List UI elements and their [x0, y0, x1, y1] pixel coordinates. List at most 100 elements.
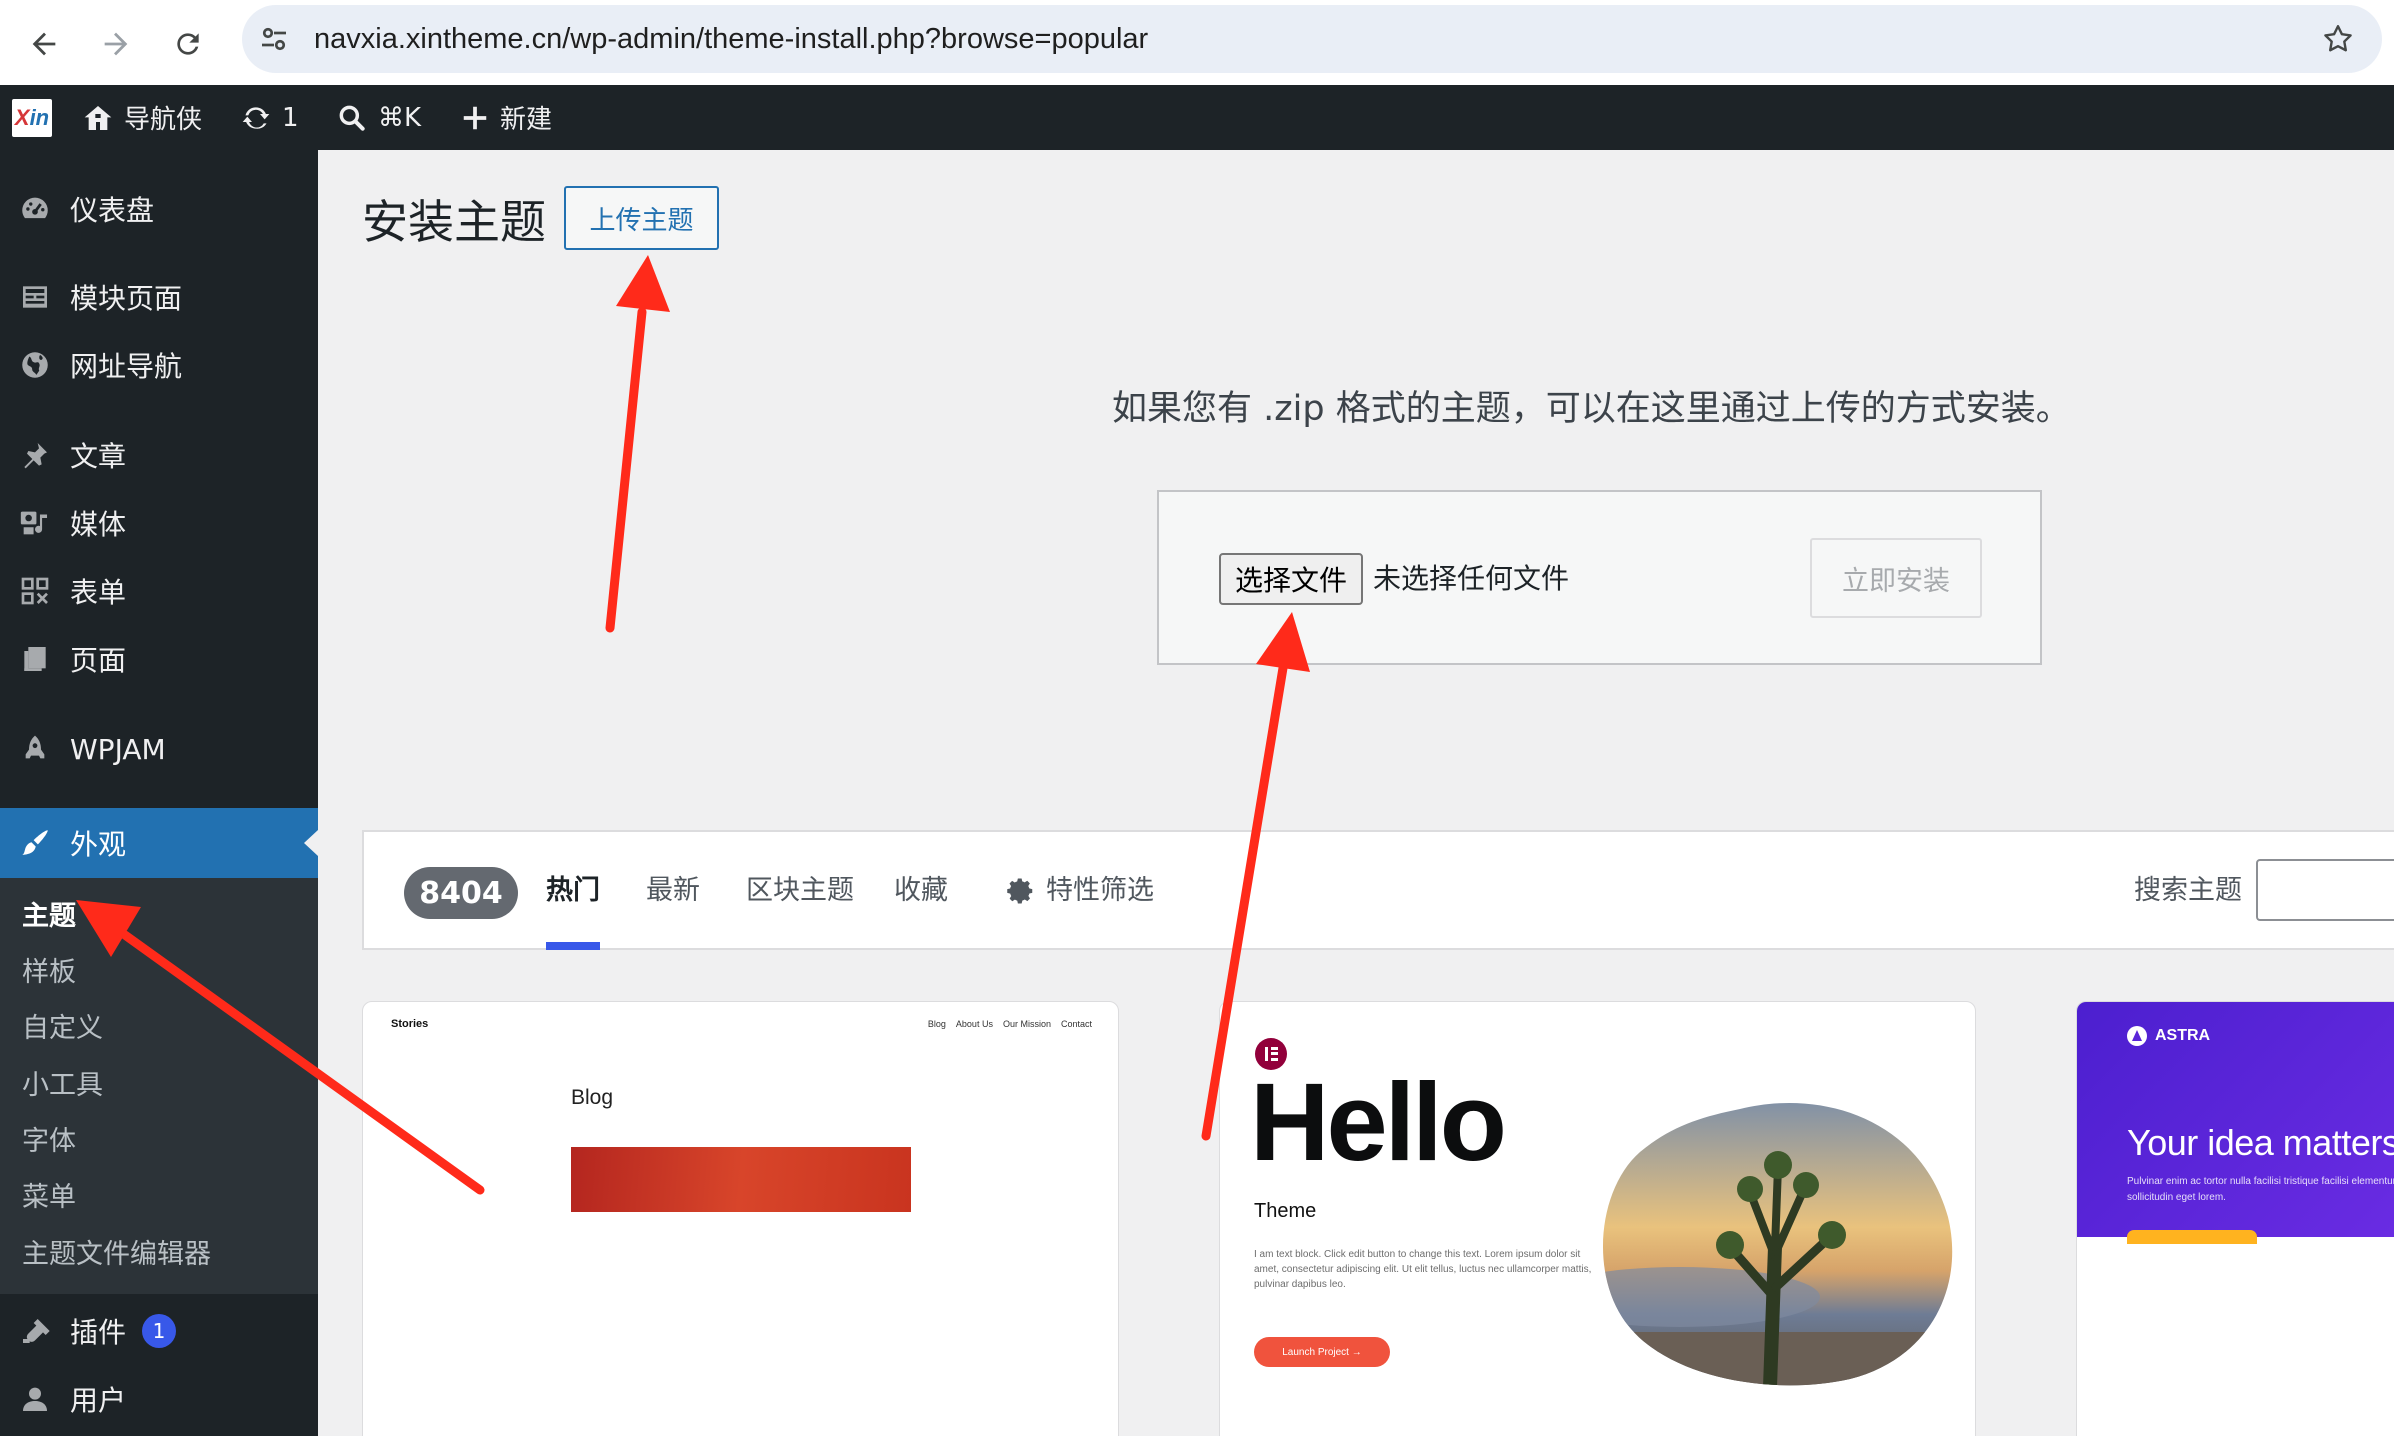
choose-file-button[interactable]: 选择文件	[1219, 553, 1363, 605]
back-arrow-icon[interactable]	[12, 12, 76, 76]
menu-label: WPJAM	[70, 732, 166, 766]
stories-heading: Blog	[571, 1086, 614, 1109]
home-icon	[82, 102, 114, 134]
astra-cta-button	[2127, 1230, 2257, 1244]
updates-count: 1	[282, 102, 299, 133]
rocket-icon	[0, 720, 70, 778]
site-logo[interactable]: Xin	[12, 99, 52, 137]
menu-dashboard[interactable]: 仪表盘	[0, 180, 318, 238]
menu-label: 用户	[70, 1384, 127, 1417]
updates-icon	[240, 102, 272, 134]
pin-icon	[0, 426, 70, 484]
astra-description: Pulvinar enim ac tortor nulla facilisi t…	[2127, 1176, 2394, 1203]
upload-form: 选择文件 未选择任何文件 立即安装	[1157, 490, 2042, 665]
stories-nav-item: About Us	[955, 1019, 993, 1029]
site-name-link[interactable]: 导航侠	[82, 85, 202, 150]
menu-pages[interactable]: 页面	[0, 630, 318, 688]
submenu-themes[interactable]: 主题	[22, 894, 76, 933]
search-shortcut-label: ⌘K	[378, 102, 422, 133]
submenu-patterns[interactable]: 样板	[22, 950, 76, 989]
menu-plugins[interactable]: 插件 1	[0, 1302, 318, 1360]
menu-posts[interactable]: 文章	[0, 426, 318, 484]
url-text[interactable]: navxia.xintheme.cn/wp-admin/theme-instal…	[314, 5, 1148, 73]
stories-nav: Blog About Us Our Mission Contact	[928, 1019, 1092, 1029]
theme-count: 8404	[404, 867, 518, 919]
logo-x: X	[14, 105, 30, 130]
form-icon	[0, 562, 70, 620]
tab-favorites[interactable]: 收藏	[894, 832, 948, 950]
menu-wpjam[interactable]: WPJAM	[0, 720, 318, 778]
forward-arrow-icon[interactable]	[84, 12, 148, 76]
hello-title: Hello	[1250, 1061, 1507, 1184]
install-now-button[interactable]: 立即安装	[1810, 538, 1982, 618]
menu-forms[interactable]: 表单	[0, 562, 318, 620]
plus-icon	[460, 103, 490, 133]
user-icon	[0, 1370, 70, 1428]
theme-card-hello[interactable]: Hello Theme I am text block. Click edit …	[1219, 1001, 1976, 1436]
annotation-arrows	[76, 255, 1310, 1195]
plugins-icon	[0, 1302, 70, 1360]
stories-nav-item: Blog	[927, 1019, 946, 1029]
search-themes-label: 搜索主题	[2134, 875, 2242, 906]
new-content-label: 新建	[500, 105, 553, 135]
menu-label: 仪表盘	[70, 194, 155, 227]
hello-cactus-image	[1602, 1102, 1953, 1386]
media-icon	[0, 494, 70, 552]
hello-body-text: I am text block. Click edit button to ch…	[1254, 1249, 1592, 1290]
search-themes-input[interactable]	[2256, 859, 2394, 921]
reload-icon[interactable]	[156, 12, 220, 76]
submenu-theme-file-editor[interactable]: 主题文件编辑器	[22, 1232, 211, 1271]
feature-filter-label: 特性筛选	[1046, 875, 1154, 906]
menu-label: 插件	[70, 1316, 127, 1349]
tab-popular[interactable]: 热门	[546, 832, 600, 950]
theme-card-stories[interactable]: Stories Blog About Us Our Mission Contac…	[362, 1001, 1119, 1436]
gear-icon	[1006, 876, 1036, 906]
updates-link[interactable]: 1	[240, 85, 299, 150]
menu-label: 模块页面	[70, 282, 183, 315]
logo-in: in	[29, 105, 50, 130]
astra-logo-icon	[2127, 1026, 2147, 1046]
astra-title: Your idea matters	[2127, 1122, 2394, 1163]
site-settings-icon[interactable]	[256, 21, 292, 57]
browser-chrome: navxia.xintheme.cn/wp-admin/theme-instal…	[0, 0, 2394, 85]
menu-label: 表单	[70, 576, 127, 609]
menu-media[interactable]: 媒体	[0, 494, 318, 552]
menu-label: 媒体	[70, 508, 127, 541]
menu-users[interactable]: 用户	[0, 1370, 318, 1428]
menu-label: 外观	[70, 828, 127, 861]
stories-site-title: Stories	[391, 1018, 429, 1030]
tab-latest[interactable]: 最新	[646, 832, 700, 950]
submenu-customize[interactable]: 自定义	[22, 1006, 103, 1045]
annotation-arrowhead-upload	[616, 255, 670, 312]
appearance-brush-icon	[0, 814, 70, 872]
appearance-submenu: 主题 样板 自定义 小工具 字体 菜单 主题文件编辑器	[0, 878, 318, 1294]
submenu-fonts[interactable]: 字体	[22, 1119, 76, 1158]
page-title: 安装主题	[362, 195, 546, 249]
search-icon	[336, 102, 368, 134]
stories-nav-item: Our Mission	[1002, 1019, 1051, 1029]
new-content-menu[interactable]: 新建	[460, 85, 552, 150]
upload-theme-button[interactable]: 上传主题	[564, 186, 719, 250]
search-shortcut[interactable]: ⌘K	[336, 85, 421, 150]
menu-label: 页面	[70, 644, 127, 677]
address-bar[interactable]: navxia.xintheme.cn/wp-admin/theme-instal…	[242, 5, 2382, 73]
menu-block-pages[interactable]: 模块页面	[0, 268, 318, 326]
submenu-widgets[interactable]: 小工具	[22, 1063, 103, 1102]
hello-launch-button: Launch Project →	[1254, 1337, 1390, 1367]
tab-feature-filter[interactable]: 特性筛选	[1006, 832, 1154, 950]
submenu-menus[interactable]: 菜单	[22, 1175, 76, 1214]
file-status: 未选择任何文件	[1373, 562, 1570, 595]
wp-admin-bar: Xin 导航侠 1 ⌘K 新建	[0, 85, 2394, 150]
block-page-icon	[0, 268, 70, 326]
theme-card-astra[interactable]: ASTRA Your idea matters Pulvinar enim ac…	[2076, 1001, 2394, 1436]
tab-block-themes[interactable]: 区块主题	[746, 832, 854, 950]
page-icon	[0, 630, 70, 688]
menu-label: 网址导航	[70, 350, 183, 383]
admin-sidebar: 仪表盘 模块页面 网址导航 文章 媒体 表单 页面 WPJAM 外观 主题 样板…	[0, 150, 318, 1436]
upload-help-text: 如果您有 .zip 格式的主题，可以在这里通过上传的方式安装。	[1112, 389, 2071, 429]
astra-logo-text: ASTRA	[2155, 1027, 2211, 1044]
bookmark-star-icon[interactable]	[2320, 21, 2356, 57]
menu-appearance[interactable]: 外观	[0, 808, 318, 878]
site-name: 导航侠	[124, 105, 203, 135]
astra-hero: ASTRA Your idea matters Pulvinar enim ac…	[2077, 1002, 2394, 1244]
